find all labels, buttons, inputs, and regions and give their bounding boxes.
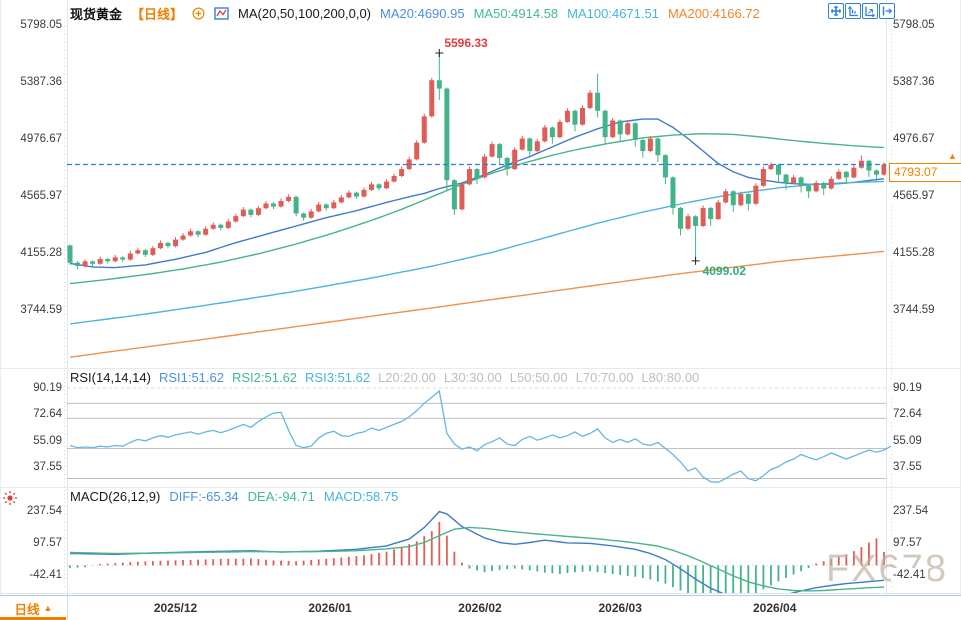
rsi-l70-value: L70:70.00 xyxy=(575,370,634,385)
chart-toolbar xyxy=(828,3,895,19)
macd-title[interactable]: MACD(26,12,9) xyxy=(70,489,160,504)
axis-tick-label: 5798.05 xyxy=(2,17,64,32)
macd-value: MACD:58.75 xyxy=(323,489,399,504)
ma50-value: MA50:4914.58 xyxy=(473,6,559,21)
x-axis-scale-icon[interactable] xyxy=(862,3,878,19)
month-label: 2025/12 xyxy=(153,601,198,615)
macd-dea-value: DEA:-94.71 xyxy=(247,489,315,504)
watermark: FX678 xyxy=(826,548,948,590)
pan-mode-icon[interactable] xyxy=(828,3,844,19)
axis-tick-label: 4565.97 xyxy=(891,189,937,203)
add-icon[interactable] xyxy=(192,7,205,20)
symbol-name: 现货黄金 xyxy=(70,7,123,22)
main-chart-header: 现货黄金 【日线】 MA(20,50,100,200,0,0) MA20:469… xyxy=(70,4,760,23)
rsi-header: RSI(14,14,14) RSI1:51.62 RSI2:51.62 RSI3… xyxy=(70,370,699,385)
axis-tick-label: 5387.36 xyxy=(2,74,64,89)
month-label: 2026/01 xyxy=(308,601,352,615)
rsi-l30-value: L30:30.00 xyxy=(443,370,502,385)
price-alert-arrow-icon: ▲ xyxy=(948,151,957,162)
goto-latest-icon[interactable] xyxy=(879,3,895,19)
time-axis: 日线 ▲ 2025/12 2026/01 2026/02 2026/03 2026/04 xyxy=(0,595,961,620)
timeframe-label: 日线 xyxy=(14,602,40,617)
ma200-value: MA200:4166.72 xyxy=(667,6,760,21)
axis-tick-label: 90.19 xyxy=(2,380,64,395)
rsi1-value: RSI1:51.62 xyxy=(158,370,224,385)
axis-tick-label: 97.57 xyxy=(891,536,924,551)
axis-tick-label: 4565.97 xyxy=(2,189,64,203)
axis-tick-label: 37.55 xyxy=(2,460,64,475)
rsi-l20-value: L20:20.00 xyxy=(378,370,436,385)
ma100-value: MA100:4671.51 xyxy=(567,6,659,21)
ma-settings-label[interactable]: MA(20,50,100,200,0,0) xyxy=(238,6,371,21)
axis-tick-label: 3744.59 xyxy=(891,303,937,318)
rsi-l80-value: L80:80.00 xyxy=(641,370,700,385)
axis-tick-label: 72.64 xyxy=(891,407,924,422)
last-price-badge: 4793.07 xyxy=(889,163,961,183)
timeframe-button[interactable]: 日线 ▲ xyxy=(0,596,68,620)
axis-tick-label: 5387.36 xyxy=(891,74,937,89)
rsi2-value: RSI2:51.62 xyxy=(231,370,298,385)
axis-tick-label: 97.57 xyxy=(2,536,64,551)
axis-tick-label: -42.41 xyxy=(2,568,64,583)
axis-tick-label: 4155.28 xyxy=(2,246,64,261)
y-axis-scale-icon[interactable] xyxy=(845,3,861,19)
rsi-title[interactable]: RSI(14,14,14) xyxy=(70,370,151,385)
macd-header: MACD(26,12,9) DIFF:-65.34 DEA:-94.71 MAC… xyxy=(70,489,398,504)
axis-tick-label: 90.19 xyxy=(891,380,924,395)
axis-tick-label: 5798.05 xyxy=(891,17,937,32)
chevron-up-icon: ▲ xyxy=(43,603,53,613)
indicator-settings-icon[interactable] xyxy=(2,490,18,511)
axis-tick-label: 72.64 xyxy=(2,407,64,422)
rsi-l50-value: L50:50.00 xyxy=(509,370,568,385)
axis-tick-label: 55.09 xyxy=(2,433,64,448)
period-tag: 【日线】 xyxy=(131,7,184,22)
rsi3-value: RSI3:51.62 xyxy=(305,370,371,385)
axis-tick-label: 55.09 xyxy=(891,433,924,448)
axis-tick-label: 37.55 xyxy=(891,460,924,475)
macd-diff-value: DIFF:-65.34 xyxy=(169,489,239,504)
month-label: 2026/04 xyxy=(753,601,797,615)
chart-canvas[interactable] xyxy=(0,0,961,620)
axis-tick-label: 4976.67 xyxy=(2,132,64,146)
month-label: 2026/02 xyxy=(458,601,502,615)
indicator-chart-icon[interactable] xyxy=(214,7,229,20)
axis-tick-label: 4976.67 xyxy=(891,132,937,146)
month-label: 2026/03 xyxy=(598,601,642,615)
axis-tick-label: -42.41 xyxy=(891,568,928,583)
trading-chart-window: 现货黄金 【日线】 MA(20,50,100,200,0,0) MA20:469… xyxy=(0,0,961,620)
axis-tick-label: 4155.28 xyxy=(891,246,937,261)
high-price-label: 5596.33 xyxy=(444,35,488,50)
axis-tick-label: 3744.59 xyxy=(2,303,64,318)
low-price-label: 4099.02 xyxy=(702,263,746,278)
axis-tick-label: 237.54 xyxy=(891,504,931,519)
ma20-value: MA20:4690.95 xyxy=(380,6,465,21)
